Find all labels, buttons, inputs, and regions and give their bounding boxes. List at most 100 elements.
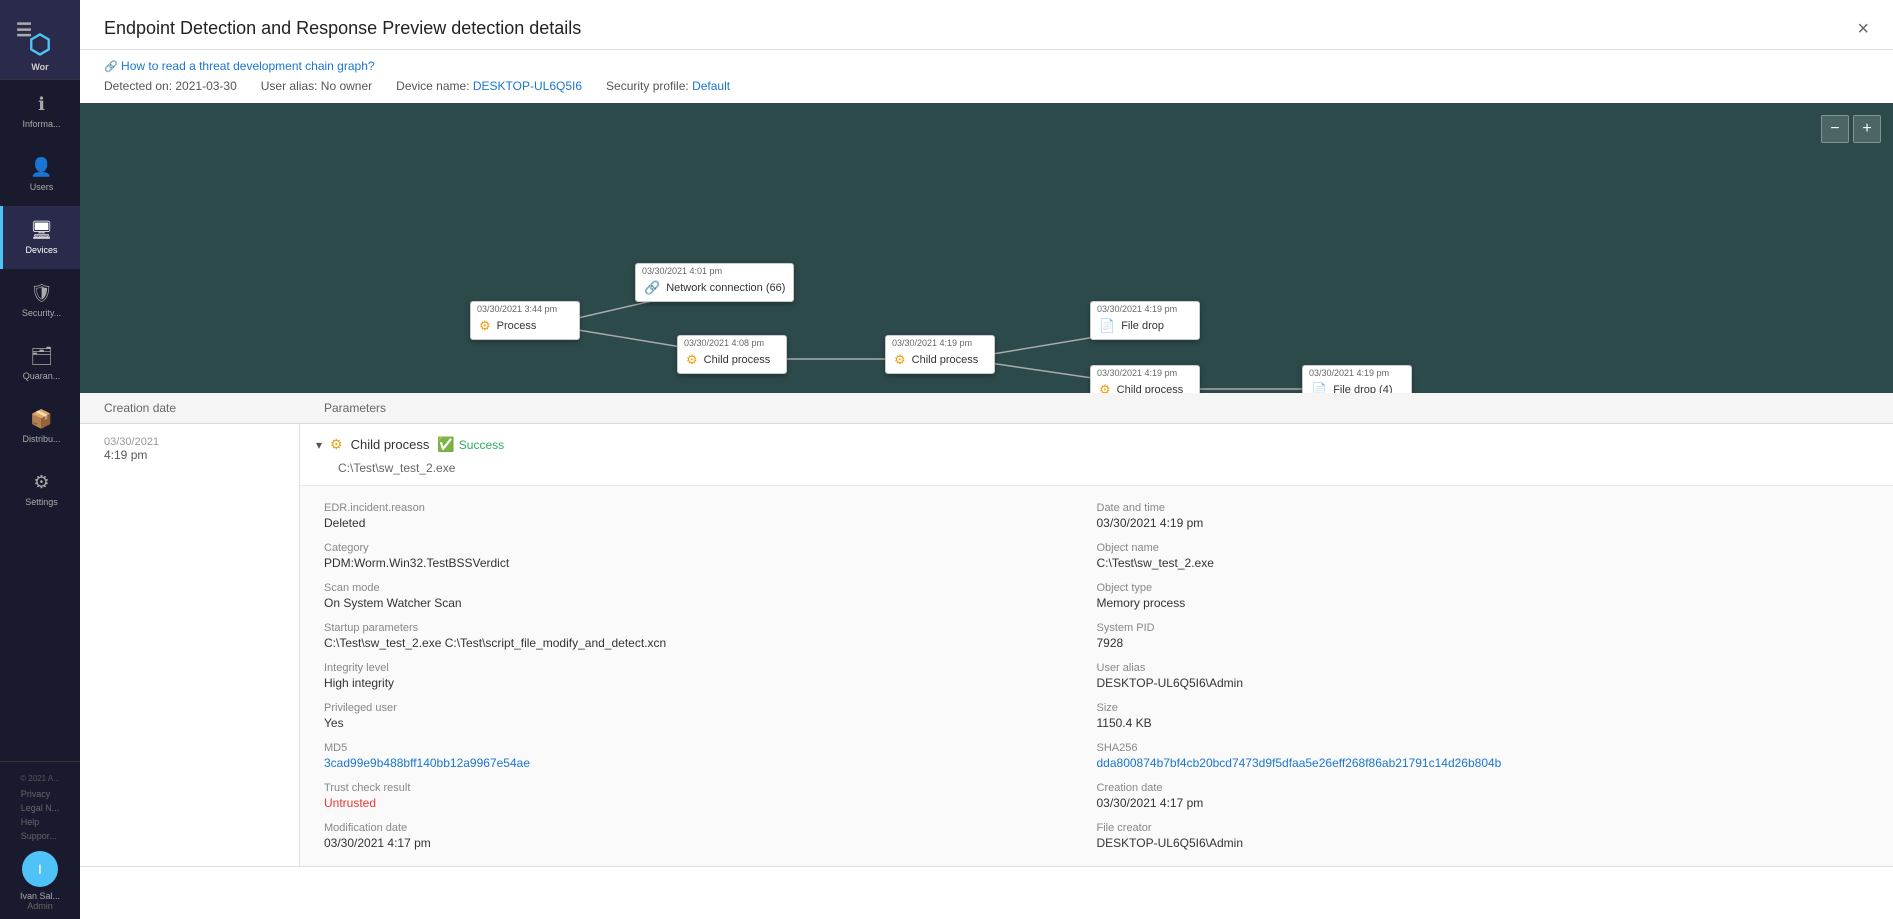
detail-label: MD5: [324, 742, 1097, 754]
detail-row: Modification date 03/30/2021 4:17 pm: [324, 822, 1097, 850]
detail-row: System PID 7928: [1097, 622, 1870, 650]
detail-row: Category PDM:Worm.Win32.TestBSSVerdict: [324, 542, 1097, 570]
sidebar-nav: ℹInforma...👤Users 🖥 Devices 🛡Security... 🗂 Qu…: [0, 80, 80, 761]
detail-value: DESKTOP-UL6Q5I6\Admin: [1097, 676, 1870, 690]
detail-row: Size1150.4 KB: [1097, 702, 1870, 730]
row-time: 4:19 pm: [104, 448, 275, 462]
detail-label: File creator: [1097, 822, 1870, 834]
sidebar-bottom-link[interactable]: Help: [21, 815, 60, 829]
node-label-process: Process: [497, 320, 537, 332]
table-area[interactable]: Creation date Parameters 03/30/2021 4:19…: [80, 393, 1893, 919]
node-icon-process: ⚙: [479, 318, 491, 334]
sidebar-icon-settings: ⚙: [33, 472, 49, 493]
help-link[interactable]: 🔗 How to read a threat development chain…: [104, 59, 375, 73]
sidebar-icon-info: ℹ: [38, 94, 45, 115]
sidebar-item-devices[interactable]: 🖥 Devices: [0, 206, 80, 269]
detail-label: EDR.incident.reason: [324, 502, 1097, 514]
node-time-filedrop4: 03/30/2021 4:19 pm: [1303, 366, 1411, 378]
sidebar-bottom-link[interactable]: Legal N...: [21, 801, 60, 815]
detail-value: C:\Test\sw_test_2.exe C:\Test\script_fil…: [324, 636, 1097, 650]
modal-header: Endpoint Detection and Response Preview …: [80, 0, 1893, 50]
sidebar-label-distribute: Distribu...: [22, 434, 60, 444]
node-time-child3: 03/30/2021 4:19 pm: [1091, 366, 1199, 378]
detail-label: System PID: [1097, 622, 1870, 634]
sidebar-label-quarantine: Quaran...: [23, 371, 61, 381]
sidebar-item-distribute[interactable]: 📦Distribu...: [0, 395, 80, 458]
sidebar-item-info[interactable]: ℹInforma...: [0, 80, 80, 143]
sidebar-bottom-link[interactable]: Privacy: [21, 787, 60, 801]
detail-value: 03/30/2021 4:17 pm: [1097, 796, 1870, 810]
sidebar-label-devices: Devices: [25, 245, 57, 255]
detail-row: Privileged userYes: [324, 702, 1097, 730]
user-avatar: I: [22, 851, 58, 887]
table-header: Creation date Parameters: [80, 393, 1893, 424]
graph-node-child3[interactable]: 03/30/2021 4:19 pm ⚙ Child process: [1090, 365, 1200, 393]
detail-value: DESKTOP-UL6Q5I6\Admin: [1097, 836, 1870, 850]
sidebar-bottom-link[interactable]: Suppor...: [21, 829, 60, 843]
node-time-child1: 03/30/2021 4:08 pm: [678, 336, 786, 348]
sidebar-icon-users: 👤: [30, 157, 52, 178]
sidebar-logo: ☰ ⬡ Wor: [0, 0, 80, 80]
zoom-out-button[interactable]: −: [1821, 115, 1849, 143]
detail-value: High integrity: [324, 676, 1097, 690]
detail-row: Object nameC:\Test\sw_test_2.exe: [1097, 542, 1870, 570]
detail-value: 03/30/2021 4:17 pm: [324, 836, 1097, 850]
detail-label: Trust check result: [324, 782, 1097, 794]
col-date-header: Creation date: [104, 401, 324, 415]
graph-node-child1[interactable]: 03/30/2021 4:08 pm ⚙ Child process: [677, 335, 787, 374]
detail-label: Object name: [1097, 542, 1870, 554]
zoom-in-button[interactable]: +: [1853, 115, 1881, 143]
node-icon-child3: ⚙: [1099, 382, 1111, 393]
sidebar-icon-security: 🛡: [30, 283, 53, 304]
node-icon-filedrop1: 📄: [1099, 318, 1115, 334]
node-time-network: 03/30/2021 4:01 pm: [636, 264, 793, 276]
modal-close-button[interactable]: ×: [1857, 19, 1869, 39]
row-date: 03/30/2021: [104, 436, 275, 448]
table-row: 03/30/2021 4:19 pm ▾ ⚙ Child process ✅ S…: [80, 424, 1893, 867]
security-profile: Security profile: Default: [606, 79, 730, 93]
detail-label: Integrity level: [324, 662, 1097, 674]
success-icon: ✅: [437, 436, 454, 453]
detail-label: Date and time: [1097, 502, 1870, 514]
sidebar-icon-devices: 🖥: [30, 220, 53, 241]
sidebar-item-quarantine[interactable]: 🗂 Quaran...: [0, 332, 80, 395]
detail-value: PDM:Worm.Win32.TestBSSVerdict: [324, 556, 1097, 570]
profile-link[interactable]: Default: [692, 79, 730, 93]
graph-node-network[interactable]: 03/30/2021 4:01 pm 🔗 Network connection …: [635, 263, 794, 302]
graph-node-filedrop4[interactable]: 03/30/2021 4:19 pm 📄 File drop (4): [1302, 365, 1412, 393]
sidebar-item-users[interactable]: 👤Users: [0, 143, 80, 206]
detail-row: SHA256dda800874b7bf4cb20bcd7473d9f5dfaa5…: [1097, 742, 1870, 770]
detail-value: Memory process: [1097, 596, 1870, 610]
detail-label: Startup parameters: [324, 622, 1097, 634]
sidebar-product-name: Wor: [31, 62, 48, 72]
detail-value[interactable]: dda800874b7bf4cb20bcd7473d9f5dfaa5e26eff…: [1097, 756, 1870, 770]
row-expand-header[interactable]: ▾ ⚙ Child process ✅ Success: [300, 424, 1893, 461]
detail-label: Object type: [1097, 582, 1870, 594]
detail-label: Modification date: [324, 822, 1097, 834]
row-params-column: ▾ ⚙ Child process ✅ Success C:\Test\sw_t…: [300, 424, 1893, 867]
node-label-child1: Child process: [704, 354, 771, 366]
detail-left-col: EDR.incident.reasonDeletedCategoryPDM:Wo…: [324, 502, 1097, 850]
detail-label: Creation date: [1097, 782, 1870, 794]
node-icon-child1: ⚙: [686, 352, 698, 368]
user-alias: User alias: No owner: [261, 79, 372, 93]
sidebar-item-settings[interactable]: ⚙ Settings: [0, 458, 80, 521]
node-label-child3: Child process: [1117, 384, 1184, 393]
sidebar-label-settings: Settings: [25, 497, 58, 507]
user-name: Ivan Sal...: [20, 891, 60, 901]
sidebar-item-security[interactable]: 🛡Security...: [0, 269, 80, 332]
node-time-child2: 03/30/2021 4:19 pm: [886, 336, 994, 348]
sidebar-icon-quarantine: 🗂: [30, 346, 53, 367]
graph-node-process[interactable]: 03/30/2021 3:44 pm ⚙ Process: [470, 301, 580, 340]
device-link[interactable]: DESKTOP-UL6Q5I6: [473, 79, 582, 93]
row-status-text: Success: [459, 438, 504, 452]
sidebar: ☰ ⬡ Wor ℹInforma...👤Users 🖥 Devices 🛡Securi…: [0, 0, 80, 919]
detail-value[interactable]: 3cad99e9b488bff140bb12a9967e54ae: [324, 756, 1097, 770]
menu-icon[interactable]: ☰: [16, 20, 32, 41]
detail-row: Creation date 03/30/2021 4:17 pm: [1097, 782, 1870, 810]
detail-value: 7928: [1097, 636, 1870, 650]
detail-label: User alias: [1097, 662, 1870, 674]
graph-node-child2[interactable]: 03/30/2021 4:19 pm ⚙ Child process: [885, 335, 995, 374]
detail-label: Category: [324, 542, 1097, 554]
graph-node-filedrop1[interactable]: 03/30/2021 4:19 pm 📄 File drop: [1090, 301, 1200, 340]
